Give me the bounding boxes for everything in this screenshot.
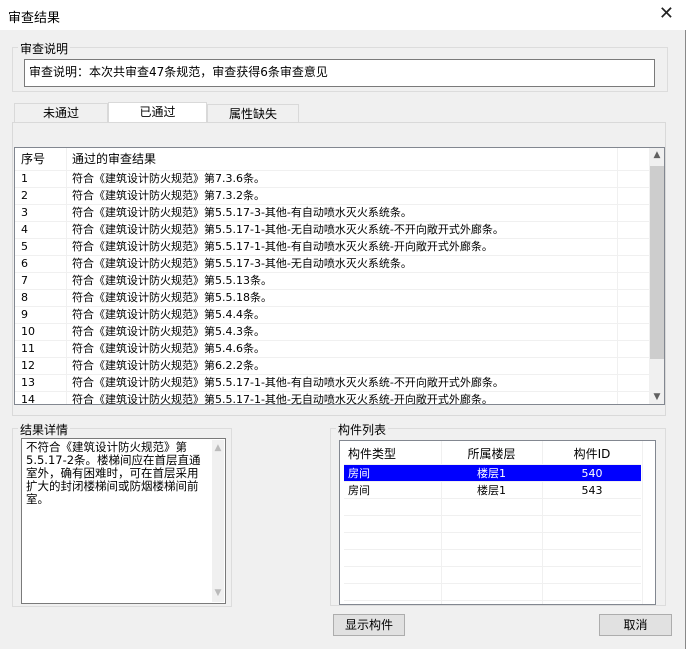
title-bar: 审查结果 ✕ (0, 0, 686, 30)
result-no: 11 (21, 342, 35, 355)
result-no: 5 (21, 240, 28, 253)
result-row[interactable]: 4 符合《建筑设计防火规范》第5.5.17-1-其他-无自动喷水灭火系统-不开向敞… (15, 222, 649, 239)
result-text: 符合《建筑设计防火规范》第7.3.6条。 (72, 172, 265, 185)
result-no: 9 (21, 308, 28, 321)
result-no: 13 (21, 376, 35, 389)
result-row[interactable]: 9 符合《建筑设计防火规范》第5.4.4条。 (15, 307, 649, 324)
details-text: 不符合《建筑设计防火规范》第5.5.17-2条。楼梯间应在首层直通室外，确有困难… (26, 440, 201, 506)
summary-label: 审查说明 (18, 40, 71, 57)
result-row[interactable]: 3 符合《建筑设计防火规范》第5.5.17-3-其他-有自动喷水灭火系统条。 (15, 205, 649, 222)
show-components-button[interactable]: 显示构件 (333, 614, 405, 636)
window-title: 审查结果 (8, 11, 61, 26)
result-text: 符合《建筑设计防火规范》第5.5.17-1-其他-有自动喷水灭火系统-开向敞开式… (72, 240, 493, 253)
result-row[interactable]: 6 符合《建筑设计防火规范》第5.5.17-3-其他-无自动喷水灭火系统条。 (15, 256, 649, 273)
tab-missing-attributes[interactable]: 属性缺失 (207, 104, 299, 124)
result-row[interactable]: 2 符合《建筑设计防火规范》第7.3.2条。 (15, 188, 649, 205)
components-label: 构件列表 (336, 421, 389, 438)
results-scrollbar[interactable]: ▲ ▼ (649, 148, 664, 404)
scroll-up-icon[interactable]: ▲ (649, 150, 664, 160)
component-id: 543 (581, 484, 603, 497)
scroll-down-icon[interactable]: ▼ (649, 392, 664, 402)
component-row[interactable]: 房间 楼层1 540 (344, 465, 641, 482)
result-no: 4 (21, 223, 28, 236)
component-row[interactable]: 房间 楼层1 543 (344, 482, 641, 499)
column-header-type[interactable]: 构件类型 (348, 443, 396, 465)
result-no: 8 (21, 291, 28, 304)
result-row[interactable]: 5 符合《建筑设计防火规范》第5.5.17-1-其他-有自动喷水灭火系统-开向敞开… (15, 239, 649, 256)
result-row[interactable]: 8 符合《建筑设计防火规范》第5.5.18条。 (15, 290, 649, 307)
component-floor: 楼层1 (477, 467, 506, 480)
result-no: 7 (21, 274, 28, 287)
results-list[interactable]: 序号 通过的审查结果 1 符合《建筑设计防火规范》第7.3.6条。 2 符合《建筑设计… (14, 147, 665, 405)
result-text: 符合《建筑设计防火规范》第5.5.17-1-其他-无自动喷水灭火系统-开向敞开式… (72, 393, 493, 405)
scroll-up-icon[interactable]: ▲ (212, 442, 224, 455)
components-header: 构件类型 所属楼层 构件ID (344, 443, 641, 465)
result-no: 3 (21, 206, 28, 219)
column-header-no[interactable]: 序号 (21, 148, 45, 170)
result-no: 1 (21, 172, 28, 185)
result-text: 符合《建筑设计防火规范》第5.5.17-3-其他-无自动喷水灭火系统条。 (72, 257, 412, 270)
result-row[interactable]: 12 符合《建筑设计防火规范》第6.2.2条。 (15, 358, 649, 375)
scroll-down-icon[interactable]: ▼ (212, 587, 224, 600)
component-floor: 楼层1 (477, 484, 506, 497)
result-text: 符合《建筑设计防火规范》第5.5.17-1-其他-有自动喷水灭火系统-不开向敞开… (72, 376, 504, 389)
result-row[interactable]: 1 符合《建筑设计防火规范》第7.3.6条。 (15, 171, 649, 188)
result-no: 12 (21, 359, 35, 372)
details-scrollbar[interactable]: ▲ ▼ (212, 440, 224, 602)
result-row[interactable]: 14 符合《建筑设计防火规范》第5.5.17-1-其他-无自动喷水灭火系统-开向敞… (15, 392, 649, 405)
result-text: 符合《建筑设计防火规范》第5.4.6条。 (72, 342, 265, 355)
tab-failed[interactable]: 未通过 (14, 103, 108, 123)
result-text: 符合《建筑设计防火规范》第5.5.17-3-其他-有自动喷水灭火系统条。 (72, 206, 412, 219)
column-header-floor[interactable]: 所属楼层 (441, 443, 542, 465)
result-text: 符合《建筑设计防火规范》第5.5.13条。 (72, 274, 272, 287)
result-no: 10 (21, 325, 35, 338)
result-row[interactable]: 11 符合《建筑设计防火规范》第5.4.6条。 (15, 341, 649, 358)
components-grid[interactable]: 构件类型 所属楼层 构件ID 房间 楼层1 540 房间 楼层1 543 (339, 440, 656, 605)
scrollbar-thumb[interactable] (650, 166, 664, 359)
result-text: 符合《建筑设计防火规范》第6.2.2条。 (72, 359, 265, 372)
cancel-button[interactable]: 取消 (599, 614, 672, 636)
component-type: 房间 (348, 484, 370, 497)
component-type: 房间 (348, 467, 370, 480)
tab-passed[interactable]: 已通过 (108, 102, 207, 123)
result-text: 符合《建筑设计防火规范》第5.4.3条。 (72, 325, 265, 338)
result-text: 符合《建筑设计防火规范》第5.5.17-1-其他-无自动喷水灭火系统-不开向敞开… (72, 223, 504, 236)
result-row[interactable]: 7 符合《建筑设计防火规范》第5.5.13条。 (15, 273, 649, 290)
details-textarea[interactable]: 不符合《建筑设计防火规范》第5.5.17-2条。楼梯间应在首层直通室外，确有困难… (21, 438, 226, 604)
column-header-id[interactable]: 构件ID (542, 443, 642, 465)
result-text: 符合《建筑设计防火规范》第5.5.18条。 (72, 291, 272, 304)
result-row[interactable]: 10 符合《建筑设计防火规范》第5.4.3条。 (15, 324, 649, 341)
result-no: 2 (21, 189, 28, 202)
component-id: 540 (581, 467, 603, 480)
result-no: 14 (21, 393, 35, 405)
close-icon[interactable]: ✕ (659, 3, 674, 24)
summary-field[interactable]: 审查说明：本次共审查47条规范，审查获得6条审查意见 (24, 59, 655, 87)
result-text: 符合《建筑设计防火规范》第5.4.4条。 (72, 308, 265, 321)
column-header-result[interactable]: 通过的审查结果 (72, 148, 156, 170)
result-text: 符合《建筑设计防火规范》第7.3.2条。 (72, 189, 265, 202)
result-row[interactable]: 13 符合《建筑设计防火规范》第5.5.17-1-其他-有自动喷水灭火系统-不开向… (15, 375, 649, 392)
results-header: 序号 通过的审查结果 (15, 148, 649, 171)
details-label: 结果详情 (18, 421, 71, 438)
result-no: 6 (21, 257, 28, 270)
